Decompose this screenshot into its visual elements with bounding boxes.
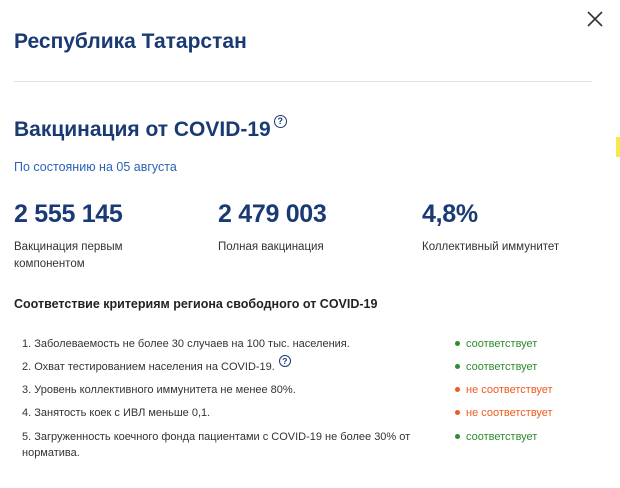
criteria-status-text: соответствует	[466, 361, 538, 373]
stat-first-component: 2 555 145 Вакцинация первым компонентом	[14, 200, 164, 273]
criteria-text: 1. Заболеваемость не более 30 случаев на…	[22, 338, 350, 350]
criteria-text: 2. Охват тестированием населения на COVI…	[22, 355, 442, 375]
criteria-text-content: 2. Охват тестированием населения на COVI…	[22, 361, 275, 373]
criteria-status-text: не соответствует	[466, 407, 553, 419]
criteria-status: соответствует	[455, 336, 537, 352]
criteria-status-text: не соответствует	[466, 384, 553, 396]
criteria-status: не соответствует	[455, 382, 553, 398]
stat-label: Полная вакцинация	[218, 241, 324, 253]
criteria-text: 5. Загруженность коечного фонда пациента…	[22, 431, 411, 459]
vaccination-title-text: Вакцинация от COVID-19	[14, 118, 271, 141]
criteria-status: соответствует	[455, 359, 537, 375]
criteria-status-text: соответствует	[466, 338, 538, 350]
status-dot-icon	[455, 409, 460, 415]
help-icon[interactable]: ?	[273, 115, 287, 128]
criteria-status: не соответствует	[455, 405, 553, 421]
stat-value: 2 479 003	[218, 200, 327, 228]
status-dot-icon	[455, 340, 460, 346]
status-dot-icon	[455, 386, 460, 392]
criteria-status-text: соответствует	[466, 431, 538, 443]
stat-full-vaccination: 2 479 003 Полная вакцинация	[218, 200, 398, 256]
stat-label: Вакцинация первым компонентом	[14, 241, 123, 270]
criteria-status: соответствует	[455, 429, 537, 445]
stat-value: 2 555 145	[14, 200, 123, 228]
criteria-text: 3. Уровень коллективного иммунитета не м…	[22, 384, 296, 396]
stat-value: 4,8%	[422, 200, 478, 228]
stat-collective-immunity: 4,8% Коллективный иммунитет	[422, 200, 602, 256]
stat-label: Коллективный иммунитет	[422, 241, 560, 253]
vaccination-title: Вакцинация от COVID-19?	[14, 115, 287, 142]
region-title: Республика Татарстан	[14, 30, 247, 53]
criteria-text: 4. Занятость коек с ИВЛ меньше 0,1.	[22, 407, 211, 419]
criteria-title: Соответствие критериям региона свободног…	[14, 297, 378, 311]
help-icon[interactable]: ?	[278, 355, 291, 367]
close-icon	[587, 11, 603, 27]
status-dot-icon	[455, 363, 460, 369]
as-of-date: По состоянию на 05 августа	[14, 160, 177, 174]
divider	[14, 81, 592, 82]
close-button[interactable]	[586, 10, 606, 30]
status-dot-icon	[455, 433, 460, 439]
background-map-fragment	[616, 137, 620, 157]
